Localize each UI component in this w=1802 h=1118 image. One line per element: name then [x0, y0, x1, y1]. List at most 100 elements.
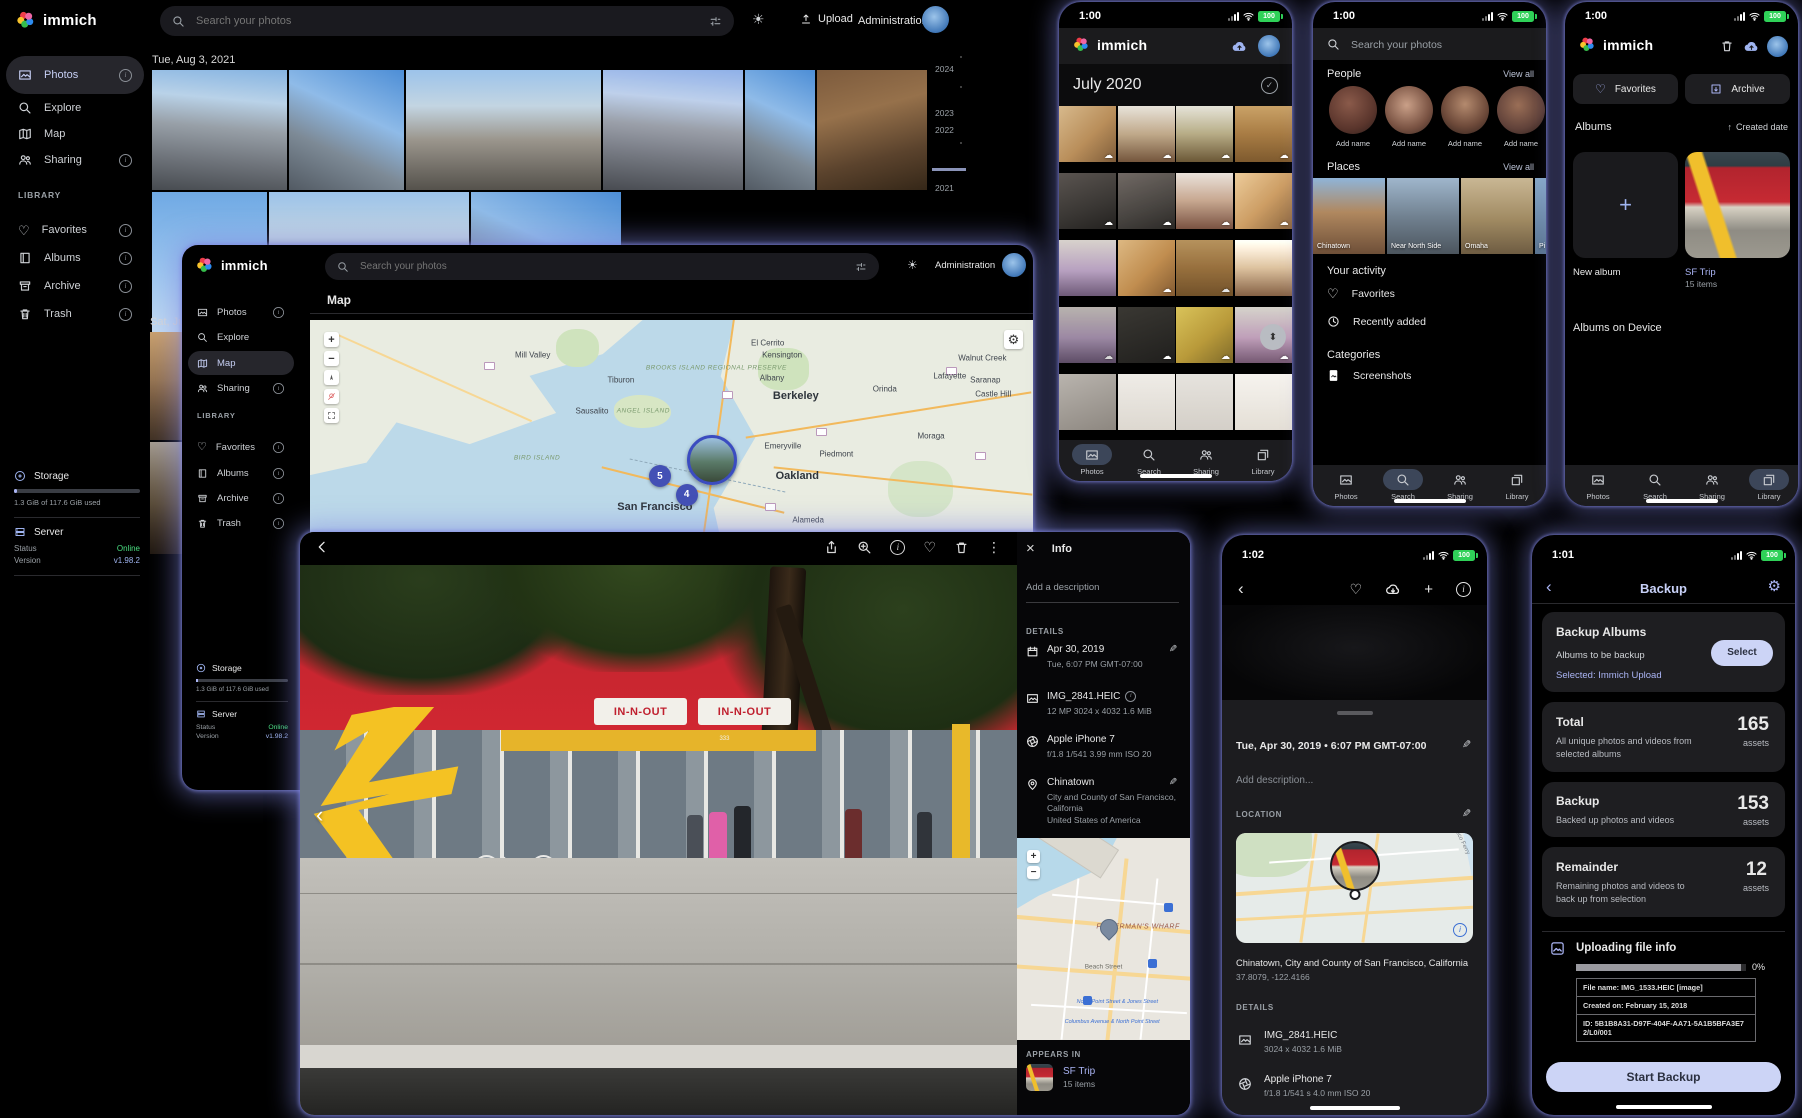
favorites-row[interactable]: ♡ Favorites: [1327, 286, 1395, 302]
zoom-icon[interactable]: [857, 540, 872, 555]
settings-gear-icon[interactable]: ⚙: [1768, 577, 1781, 595]
more-options-icon[interactable]: ⋮: [987, 540, 1001, 555]
photo-cell[interactable]: [1235, 240, 1292, 296]
back-arrow-icon[interactable]: [314, 539, 330, 555]
tab-photos[interactable]: Photos: [1063, 444, 1121, 476]
info-icon[interactable]: i: [273, 306, 284, 317]
map-zoom-out-button[interactable]: −: [324, 351, 339, 366]
search-bar[interactable]: Search your photos: [1313, 28, 1546, 60]
start-backup-button[interactable]: Start Backup: [1546, 1062, 1781, 1092]
photo-cell[interactable]: [1118, 374, 1175, 430]
map-locate-button[interactable]: [324, 370, 339, 385]
scroll-thumb[interactable]: ⬍: [1260, 324, 1286, 350]
upload-button[interactable]: Upload: [800, 13, 853, 25]
back-arrow-icon[interactable]: ‹: [1238, 579, 1244, 599]
tab-library[interactable]: Library: [1234, 444, 1292, 476]
sidebar-item-photos[interactable]: Photos i: [6, 56, 144, 94]
sidebar-item-sharing[interactable]: Sharing i: [188, 377, 294, 399]
photo-cell[interactable]: [1118, 307, 1175, 363]
photo-cell[interactable]: [1235, 106, 1292, 162]
sidebar-item-photos[interactable]: Photos i: [188, 301, 294, 323]
info-icon[interactable]: i: [119, 154, 132, 167]
info-icon[interactable]: i: [1456, 582, 1471, 597]
location-mini-map[interactable]: FISHERMAN'S WHARF Beach Street North Poi…: [1017, 838, 1190, 1040]
tab-sharing[interactable]: Sharing: [1177, 444, 1235, 476]
select-button[interactable]: Select: [1711, 640, 1773, 666]
info-icon[interactable]: i: [273, 441, 284, 452]
archive-button[interactable]: Archive: [1685, 74, 1790, 104]
photo-cell[interactable]: [1118, 173, 1175, 229]
file-info-icon[interactable]: i: [1125, 691, 1136, 702]
info-icon[interactable]: i: [119, 252, 132, 265]
home-indicator[interactable]: [1394, 499, 1466, 503]
home-indicator[interactable]: [1140, 474, 1212, 478]
photo-thumbnail[interactable]: [152, 70, 287, 190]
photo-cell[interactable]: [1059, 173, 1116, 229]
album-card-sftrip[interactable]: [1685, 152, 1790, 258]
info-icon[interactable]: i: [273, 467, 284, 478]
photo-cell[interactable]: [1176, 240, 1233, 296]
map-settings-button[interactable]: ⚙: [1004, 330, 1023, 349]
photo-cell[interactable]: [1235, 374, 1292, 430]
favorites-button[interactable]: ♡ Favorites: [1573, 74, 1678, 104]
photo-marker[interactable]: [1330, 841, 1380, 891]
description-input[interactable]: Add a description: [1026, 582, 1099, 593]
info-icon[interactable]: i: [119, 224, 132, 237]
add-to-album-icon[interactable]: +: [1424, 581, 1433, 598]
filter-sliders-icon[interactable]: [709, 15, 722, 28]
theme-toggle-button[interactable]: ☀: [907, 258, 918, 272]
info-icon[interactable]: i: [890, 540, 905, 555]
user-avatar[interactable]: [922, 6, 949, 33]
photo-cell[interactable]: [1235, 173, 1292, 229]
select-all-icon[interactable]: ✓: [1261, 77, 1278, 94]
user-avatar[interactable]: [1258, 35, 1280, 57]
map-cluster-marker[interactable]: 4: [676, 484, 698, 506]
location-map-card[interactable]: d - San Francisco Ferry i: [1236, 833, 1473, 943]
photo-cell[interactable]: [1059, 106, 1116, 162]
photo-thumbnail[interactable]: [289, 70, 404, 190]
new-album-card[interactable]: +: [1573, 152, 1678, 258]
map-photo-marker[interactable]: [687, 435, 737, 485]
sidebar-item-explore[interactable]: Explore: [6, 96, 144, 120]
tab-photos[interactable]: Photos: [1569, 469, 1627, 501]
place-item[interactable]: Pi: [1535, 178, 1546, 254]
photo-cell[interactable]: [1059, 307, 1116, 363]
search-bar[interactable]: [325, 253, 879, 280]
sidebar-item-archive[interactable]: Archive i: [6, 274, 144, 298]
map-cluster-marker[interactable]: 5: [649, 465, 671, 487]
recently-added-row[interactable]: Recently added: [1327, 315, 1426, 328]
user-avatar[interactable]: [1767, 36, 1788, 57]
map-zoom-in-button[interactable]: +: [1027, 850, 1040, 863]
cloud-sync-icon[interactable]: [1743, 39, 1760, 53]
photo-cell[interactable]: [1118, 240, 1175, 296]
favorite-icon[interactable]: ♡: [923, 540, 936, 555]
sidebar-item-trash[interactable]: Trash i: [188, 512, 294, 534]
delete-icon[interactable]: [954, 540, 969, 555]
home-indicator[interactable]: [1616, 1105, 1712, 1109]
info-icon[interactable]: i: [273, 382, 284, 393]
photo-cell[interactable]: [1118, 106, 1175, 162]
photo-cell[interactable]: [1176, 173, 1233, 229]
tab-library[interactable]: Library: [1740, 469, 1798, 501]
administration-link[interactable]: Administration: [935, 260, 995, 271]
albums-sort-button[interactable]: ↑ Created date: [1727, 122, 1788, 132]
place-item[interactable]: Chinatown: [1313, 178, 1385, 254]
map-zoom-in-button[interactable]: +: [324, 332, 339, 347]
sidebar-item-sharing[interactable]: Sharing i: [6, 148, 144, 172]
tab-sharing[interactable]: Sharing: [1431, 469, 1489, 501]
sidebar-item-favorites[interactable]: ♡ Favorites i: [188, 436, 294, 458]
person-item[interactable]: Add name: [1441, 86, 1489, 148]
share-icon[interactable]: [824, 540, 839, 555]
sidebar-item-albums[interactable]: Albums i: [6, 246, 144, 270]
place-item[interactable]: Omaha: [1461, 178, 1533, 254]
photo-cell[interactable]: [1059, 374, 1116, 430]
info-icon[interactable]: i: [273, 492, 284, 503]
sidebar-item-map[interactable]: Map: [188, 351, 294, 375]
edit-location-icon[interactable]: ✎: [1169, 777, 1177, 788]
map-zoom-out-button[interactable]: −: [1027, 866, 1040, 879]
album-name[interactable]: SF Trip: [1063, 1066, 1095, 1077]
sidebar-item-albums[interactable]: Albums i: [188, 462, 294, 484]
photo-thumbnail[interactable]: [603, 70, 743, 190]
person-item[interactable]: Add name: [1329, 86, 1377, 148]
description-input[interactable]: Add description...: [1236, 775, 1313, 786]
